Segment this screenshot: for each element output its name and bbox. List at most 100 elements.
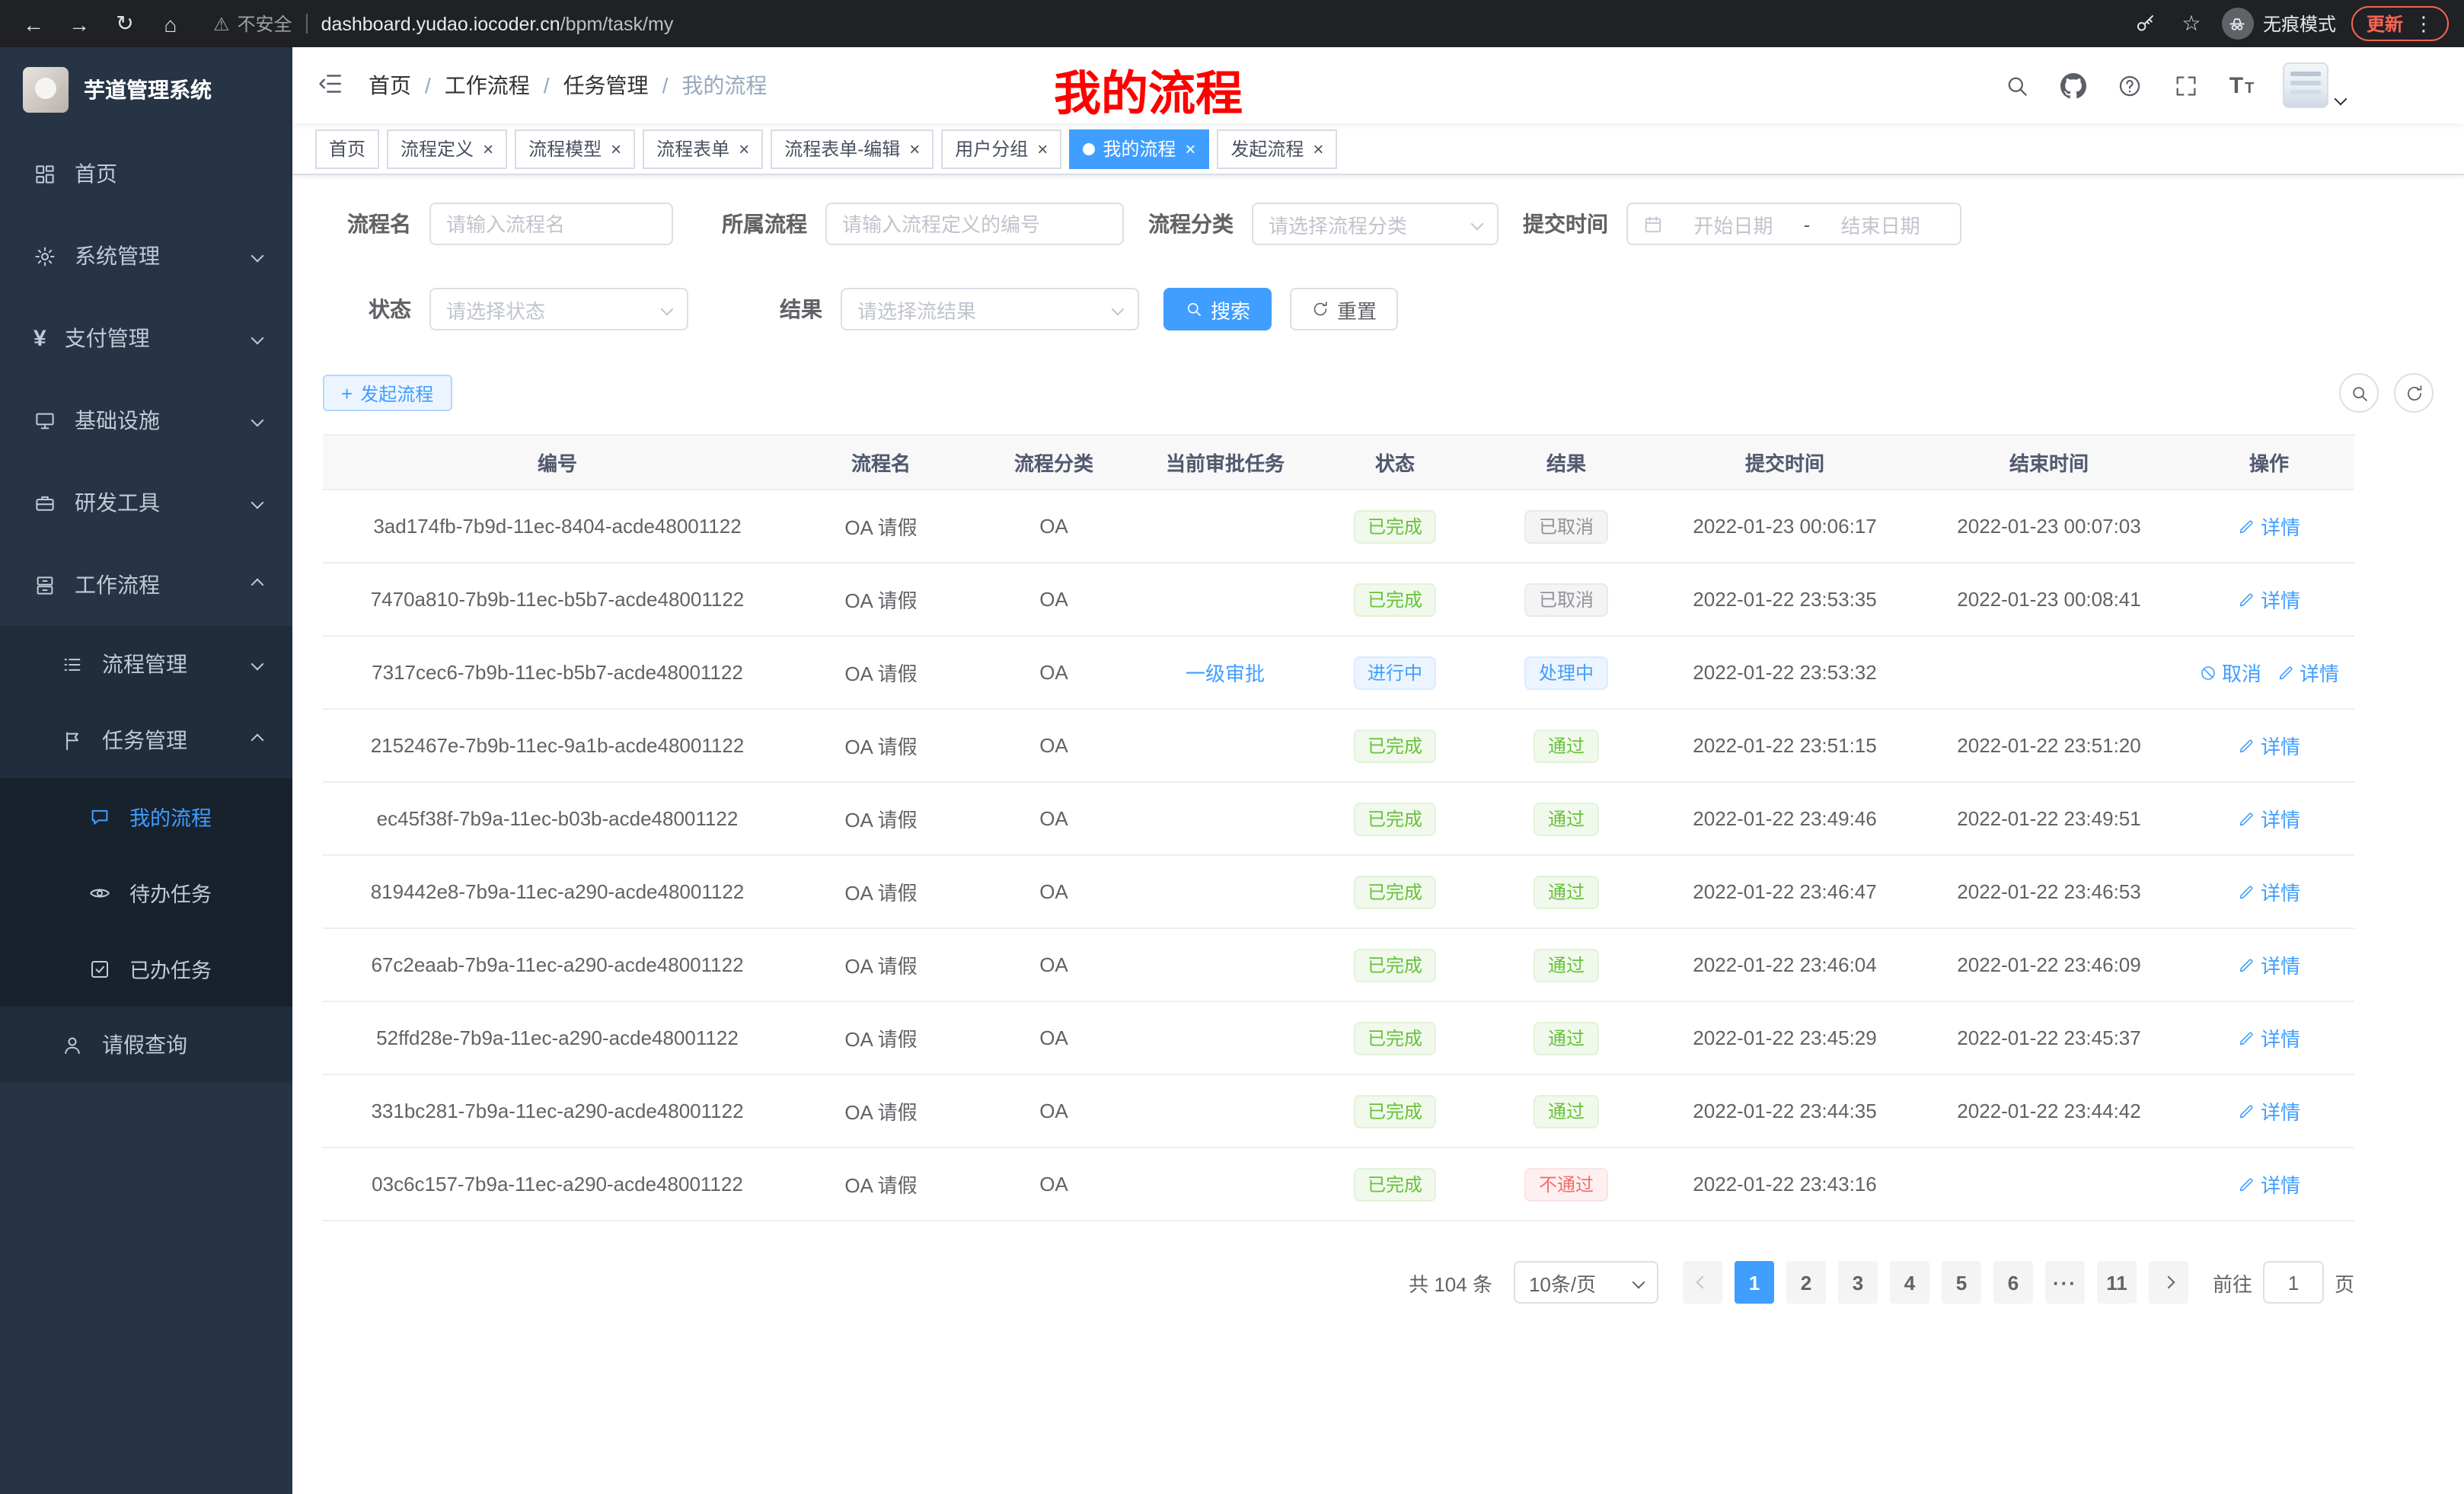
category-select[interactable]: 请选择流程分类 — [1252, 203, 1499, 245]
end-time: 2022-01-22 23:46:09 — [1914, 928, 2184, 1001]
page-button-5[interactable]: 5 — [1942, 1261, 1981, 1304]
key-icon[interactable] — [2130, 8, 2161, 39]
home-icon[interactable]: ⌂ — [152, 5, 189, 42]
detail-link[interactable]: 详情 — [2238, 1097, 2300, 1125]
update-button[interactable]: 更新 ⋮ — [2351, 6, 2449, 41]
detail-link[interactable]: 详情 — [2277, 658, 2339, 687]
reload-icon[interactable]: ↻ — [107, 5, 143, 42]
breadcrumb-item[interactable]: 任务管理 — [563, 70, 649, 101]
tab-process-form-edit[interactable]: 流程表单-编辑× — [771, 129, 934, 168]
tab-user-group[interactable]: 用户分组× — [941, 129, 1061, 168]
date-range-picker[interactable]: 开始日期 - 结束日期 — [1626, 203, 1961, 245]
process-category: OA — [970, 1074, 1138, 1148]
address-bar[interactable]: ⚠ 不安全 dashboard.yudao.iocoder.cn/bpm/tas… — [213, 11, 2130, 37]
detail-link[interactable]: 详情 — [2238, 512, 2300, 541]
next-page-button[interactable] — [2149, 1261, 2188, 1304]
font-size-icon[interactable]: TT — [2226, 70, 2257, 101]
process-definition-input[interactable] — [825, 203, 1124, 245]
sidebar-item-devtools[interactable]: 研发工具 — [0, 461, 292, 544]
tab-my-process[interactable]: 我的流程× — [1069, 129, 1209, 168]
close-icon[interactable]: × — [739, 139, 749, 158]
search-button[interactable]: 搜索 — [1163, 288, 1272, 330]
sidebar-item-label: 系统管理 — [75, 241, 160, 271]
detail-link[interactable]: 详情 — [2238, 804, 2300, 833]
chevron-down-icon — [251, 250, 264, 263]
detail-link[interactable]: 详情 — [2238, 950, 2300, 979]
logo[interactable]: 芋道管理系统 — [0, 47, 292, 132]
result-cell: 处理中 — [1477, 636, 1655, 709]
close-icon[interactable]: × — [1313, 139, 1323, 158]
tab-process-definition[interactable]: 流程定义× — [387, 129, 507, 168]
pager-ellipsis[interactable]: ··· — [2045, 1261, 2085, 1304]
status-select[interactable]: 请选择状态 — [429, 288, 688, 330]
sidebar-item-payment[interactable]: ¥支付管理 — [0, 297, 292, 379]
goto-page-input[interactable] — [2263, 1261, 2324, 1304]
sidebar-item-infrastructure[interactable]: 基础设施 — [0, 379, 292, 461]
detail-link[interactable]: 详情 — [2238, 1023, 2300, 1052]
close-icon[interactable]: × — [483, 139, 493, 158]
current-task: 一级审批 — [1138, 636, 1313, 709]
sidebar-item-todo-tasks[interactable]: 待办任务 — [0, 854, 292, 931]
result-badge: 通过 — [1534, 875, 1598, 908]
sidebar-item-leave-query[interactable]: 请假查询 — [0, 1007, 292, 1083]
breadcrumb-separator: / — [425, 73, 431, 97]
process-name: OA 请假 — [792, 855, 970, 928]
process-name-input[interactable] — [429, 203, 673, 245]
sidebar-item-system[interactable]: 系统管理 — [0, 215, 292, 297]
github-icon[interactable] — [2057, 70, 2088, 101]
question-icon[interactable] — [2114, 70, 2144, 101]
fullscreen-icon[interactable] — [2170, 70, 2201, 101]
hamburger-icon[interactable] — [317, 70, 347, 101]
table-row: 03c6c157-7b9a-11ec-a290-acde48001122OA 请… — [323, 1148, 2354, 1221]
sidebar-item-workflow[interactable]: 工作流程 — [0, 544, 292, 626]
kebab-menu-icon[interactable]: ⋮ — [2414, 11, 2434, 36]
page-button-1[interactable]: 1 — [1735, 1261, 1774, 1304]
user-avatar-menu[interactable] — [2283, 62, 2345, 108]
current-task-link[interactable]: 一级审批 — [1186, 658, 1265, 687]
result-select[interactable]: 请选择流结果 — [841, 288, 1139, 330]
url-text[interactable]: dashboard.yudao.iocoder.cn/bpm/task/my — [321, 13, 674, 34]
result-badge: 处理中 — [1525, 656, 1607, 689]
page-button-11[interactable]: 11 — [2097, 1261, 2137, 1304]
tab-process-form[interactable]: 流程表单× — [643, 129, 763, 168]
detail-link[interactable]: 详情 — [2238, 877, 2300, 906]
column-header: 编号 — [323, 435, 792, 490]
sidebar-item-my-process[interactable]: 我的流程 — [0, 778, 292, 854]
sidebar-item-home[interactable]: 首页 — [0, 132, 292, 215]
page-button-2[interactable]: 2 — [1786, 1261, 1826, 1304]
close-icon[interactable]: × — [909, 139, 920, 158]
column-header: 流程分类 — [970, 435, 1138, 490]
sidebar-item-task-mgmt[interactable]: 任务管理 — [0, 702, 292, 778]
tab-start-process[interactable]: 发起流程× — [1217, 129, 1337, 168]
sidebar-item-done-tasks[interactable]: 已办任务 — [0, 931, 292, 1007]
detail-link[interactable]: 详情 — [2238, 1170, 2300, 1199]
detail-link[interactable]: 详情 — [2238, 731, 2300, 760]
bookmark-star-icon[interactable]: ☆ — [2176, 8, 2207, 39]
cancel-link[interactable]: 取消 — [2199, 658, 2261, 687]
search-toggle-button[interactable] — [2339, 373, 2379, 413]
page-button-4[interactable]: 4 — [1890, 1261, 1929, 1304]
breadcrumb-item[interactable]: 首页 — [369, 70, 411, 101]
search-icon[interactable] — [2001, 70, 2032, 101]
tab-process-model[interactable]: 流程模型× — [515, 129, 635, 168]
forward-icon[interactable]: → — [61, 5, 97, 42]
close-icon[interactable]: × — [1037, 139, 1048, 158]
back-icon[interactable]: ← — [15, 5, 52, 42]
filter-category: 流程分类 请选择流程分类 — [1148, 203, 1499, 245]
sidebar-item-process-mgmt[interactable]: 流程管理 — [0, 626, 292, 702]
prev-page-button[interactable] — [1683, 1261, 1722, 1304]
tab-home[interactable]: 首页 — [315, 129, 379, 168]
page-size-select[interactable]: 10条/页 — [1514, 1261, 1658, 1304]
start-process-button[interactable]: + 发起流程 — [323, 375, 452, 411]
refresh-table-button[interactable] — [2394, 373, 2434, 413]
detail-link[interactable]: 详情 — [2238, 585, 2300, 614]
page-button-3[interactable]: 3 — [1838, 1261, 1878, 1304]
page-button-6[interactable]: 6 — [1993, 1261, 2033, 1304]
close-icon[interactable]: × — [1185, 139, 1195, 158]
breadcrumb-item[interactable]: 工作流程 — [445, 70, 530, 101]
close-icon[interactable]: × — [611, 139, 621, 158]
submit-time: 2022-01-22 23:43:16 — [1655, 1148, 1914, 1221]
column-header: 结果 — [1477, 435, 1655, 490]
reset-button[interactable]: 重置 — [1290, 288, 1398, 330]
result-badge: 已取消 — [1525, 583, 1607, 616]
